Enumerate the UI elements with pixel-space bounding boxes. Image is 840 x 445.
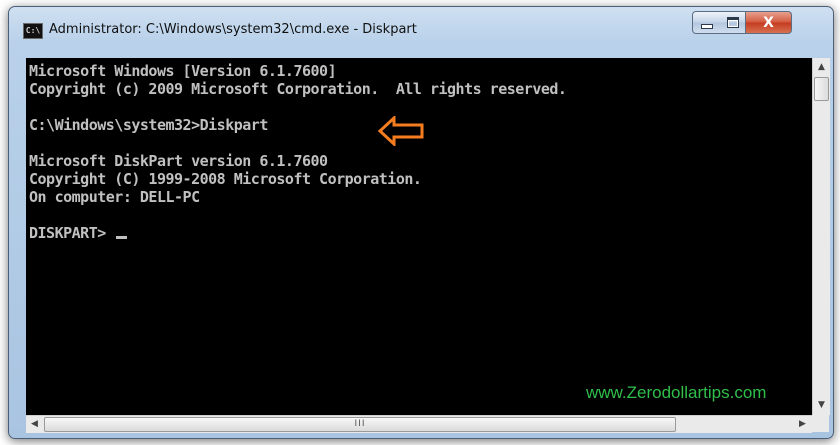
scroll-down-icon[interactable]: ▼	[813, 397, 830, 414]
console-prompt-line[interactable]: DISKPART>	[29, 224, 128, 242]
cmd-app-icon[interactable]: C:\	[23, 23, 43, 39]
maximize-icon	[726, 17, 739, 28]
resize-grip[interactable]	[812, 415, 829, 432]
console-line: Copyright (c) 2009 Microsoft Corporation…	[29, 80, 567, 98]
cmd-window: C:\ Administrator: C:\Windows\system32\c…	[8, 6, 834, 439]
console-line: On computer: DELL-PC	[29, 188, 200, 206]
scroll-left-icon[interactable]: ◀	[26, 416, 43, 433]
horizontal-scroll-thumb[interactable]: III	[44, 417, 676, 432]
console-output[interactable]: Microsoft Windows [Version 6.1.7600] Cop…	[26, 58, 812, 415]
scroll-up-icon[interactable]: ▲	[813, 59, 830, 76]
close-button[interactable]: X	[746, 11, 792, 34]
minimize-button[interactable]	[692, 11, 721, 34]
vertical-scrollbar[interactable]: ▲ ▼	[812, 58, 830, 415]
console-line: Copyright (C) 1999-2008 Microsoft Corpor…	[29, 170, 422, 188]
window-title: Administrator: C:\Windows\system32\cmd.e…	[49, 22, 417, 37]
title-bar[interactable]: C:\ Administrator: C:\Windows\system32\c…	[9, 7, 833, 47]
minimize-icon	[700, 24, 713, 29]
watermark-text: www.Zerodollartips.com	[586, 383, 767, 402]
horizontal-scrollbar[interactable]: ◀ III ▶	[26, 415, 812, 433]
diskpart-prompt: DISKPART>	[29, 224, 115, 242]
close-icon: X	[763, 14, 774, 31]
console-line: Microsoft DiskPart version 6.1.7600	[29, 152, 328, 170]
console-line: Microsoft Windows [Version 6.1.7600]	[29, 62, 337, 80]
maximize-button[interactable]	[720, 11, 746, 34]
scroll-right-icon[interactable]: ▶	[794, 416, 811, 433]
console-line: C:\Windows\system32>Diskpart	[29, 116, 268, 134]
text-cursor	[116, 236, 128, 239]
vertical-scroll-thumb[interactable]	[814, 77, 829, 101]
left-arrow-icon	[378, 116, 424, 146]
